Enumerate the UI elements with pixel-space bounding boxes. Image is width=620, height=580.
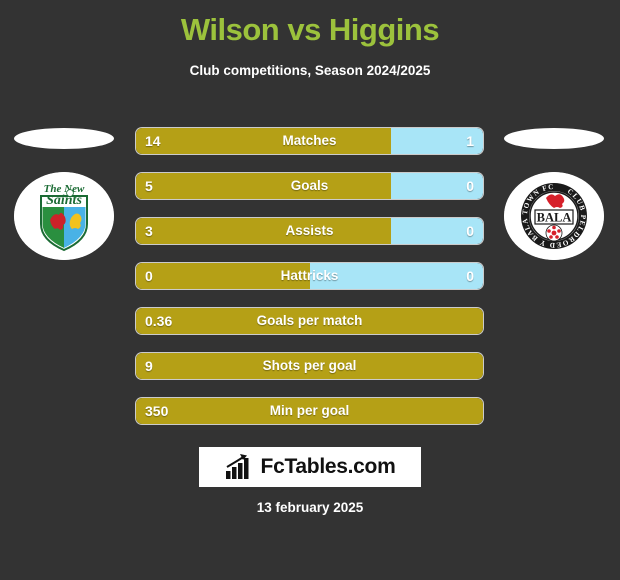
away-stat-value: 1 xyxy=(466,133,474,149)
home-bar-fill xyxy=(136,128,392,154)
away-stat-value: 0 xyxy=(466,178,474,194)
away-bar-fill xyxy=(309,263,483,289)
svg-text:Saints: Saints xyxy=(46,193,82,208)
home-stat-value: 5 xyxy=(145,178,153,194)
date-label: 13 february 2025 xyxy=(256,500,364,515)
page-subtitle: Club competitions, Season 2024/2025 xyxy=(189,63,431,78)
page-title: Wilson vs Higgins xyxy=(180,12,440,47)
home-bar-fill xyxy=(136,308,483,334)
away-stat-value: 0 xyxy=(466,268,474,284)
stat-bar-row: 0.36 Goals per match xyxy=(136,308,483,334)
stat-bar-row: 350 Min per goal xyxy=(136,398,483,424)
home-stat-value: 0 xyxy=(145,268,153,284)
home-bar-fill xyxy=(136,398,483,424)
stat-comparison-page: Wilson vs Higgins Club competitions, Sea… xyxy=(0,0,620,580)
home-bar-fill xyxy=(136,353,483,379)
bar-chart-icon xyxy=(225,454,249,479)
away-stat-value: 0 xyxy=(466,223,474,239)
home-stat-value: 14 xyxy=(145,133,161,149)
stat-bars-list: 14 1 Matches 5 0 Goals 3 0 Assists 0 0 Hattricks 0.3… xyxy=(136,128,483,443)
home-bar-fill xyxy=(136,263,310,289)
stat-bar-row: 5 0 Goals xyxy=(136,173,483,199)
home-stat-value: 0.36 xyxy=(145,313,173,329)
stat-bar-row: 3 0 Assists xyxy=(136,218,483,244)
bala-town-badge-icon: BALA CLUB PELDROED Y BALA TOWN FC xyxy=(504,172,604,260)
fctables-logo-text: FcTables.com xyxy=(260,455,396,478)
stat-bar-row: 9 Shots per goal xyxy=(136,353,483,379)
fctables-logo[interactable]: FcTables.com xyxy=(199,447,421,487)
the-new-saints-badge-icon: The New Saints xyxy=(14,172,114,260)
svg-text:BALA: BALA xyxy=(537,211,572,225)
stat-bar-row: 14 1 Matches xyxy=(136,128,483,154)
stat-bar-row: 0 0 Hattricks xyxy=(136,263,483,289)
home-stat-value: 3 xyxy=(145,223,153,239)
home-stat-value: 350 xyxy=(145,403,169,419)
decorative-ellipse-left xyxy=(14,128,114,149)
home-team-badge: The New Saints xyxy=(14,172,114,260)
home-bar-fill xyxy=(136,218,392,244)
home-stat-value: 9 xyxy=(145,358,153,374)
decorative-ellipse-right xyxy=(504,128,604,149)
home-bar-fill xyxy=(136,173,392,199)
away-team-badge: BALA CLUB PELDROED Y BALA TOWN FC xyxy=(504,172,604,260)
